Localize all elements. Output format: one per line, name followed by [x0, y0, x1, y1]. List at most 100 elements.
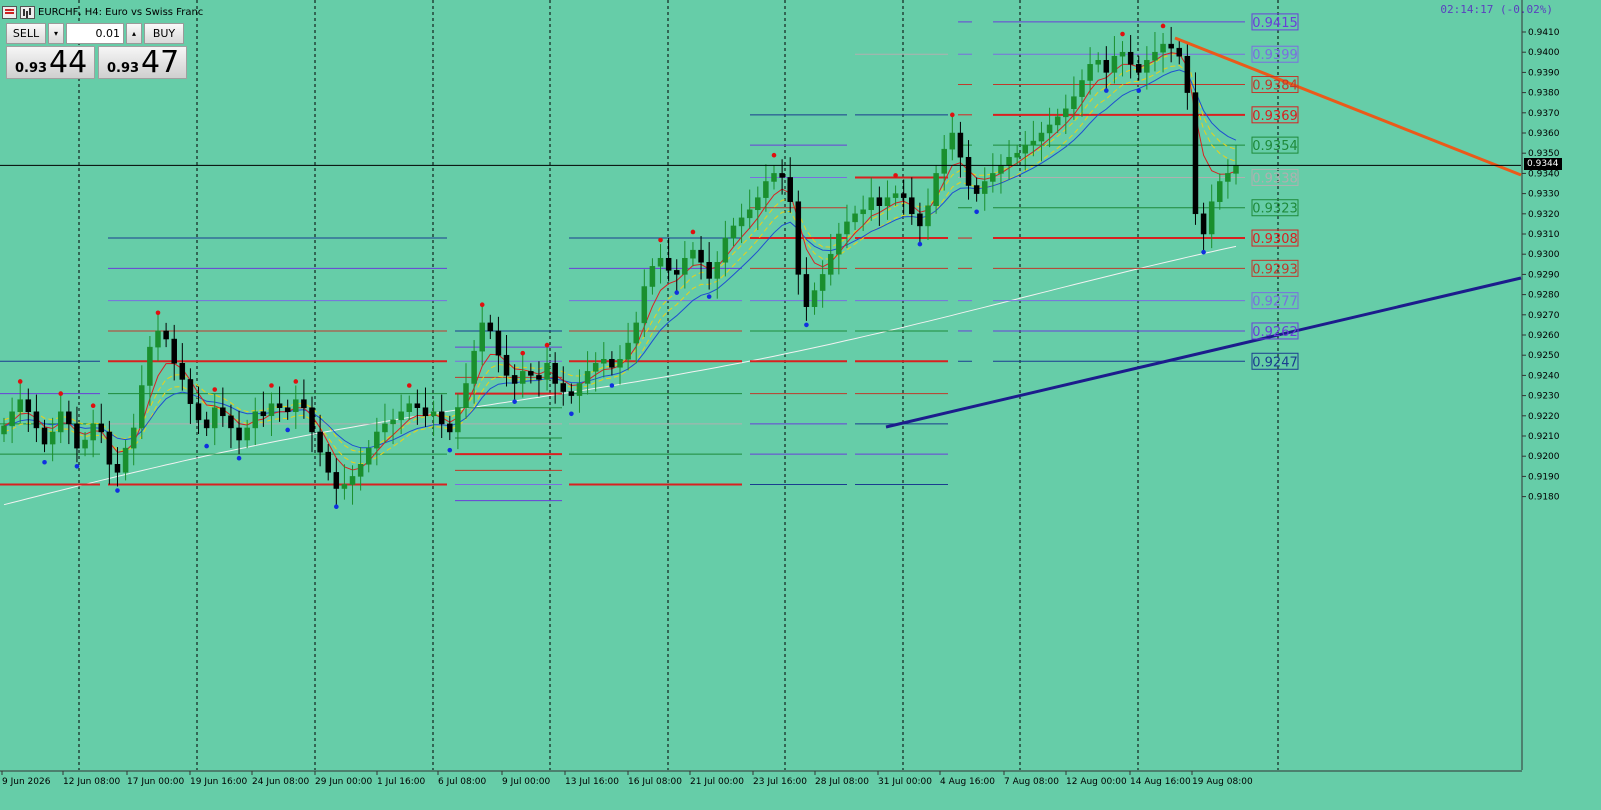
price-tick-label: 0.9320 — [1528, 210, 1560, 220]
time-tick-label: 12 Aug 00:00 — [1066, 777, 1127, 787]
bar-timer: 02:14:17 (-0.02%) — [1440, 3, 1553, 16]
candle-body — [398, 411, 404, 421]
candle-body — [365, 447, 372, 465]
candles — [1, 26, 1239, 506]
candle-body — [41, 427, 48, 445]
lot-decrease-icon[interactable]: ▾ — [48, 23, 64, 44]
level-label: 0.9415 — [1252, 16, 1298, 31]
candle-body — [900, 193, 907, 198]
candle-body — [884, 197, 891, 206]
trendline-resistance — [1174, 36, 1522, 177]
candle-body — [309, 407, 315, 433]
chart-window[interactable]: 0.9415 0.9399 0.9384 0.9369 0.9354 0.9338 0.93… — [0, 0, 1601, 810]
time-tick-label: 29 Jun 00:00 — [315, 777, 372, 787]
level-label: 0.9293 — [1252, 262, 1298, 277]
candle-body — [730, 225, 737, 239]
candle-body — [1127, 51, 1134, 65]
sell-button[interactable]: SELL — [6, 23, 46, 44]
price-tick-label: 0.9210 — [1528, 432, 1560, 442]
price-tick-label: 0.9280 — [1528, 291, 1560, 301]
candle-body — [236, 427, 242, 441]
candle-body — [803, 274, 810, 307]
time-tick-label: 4 Aug 16:00 — [940, 777, 995, 787]
time-tick-label: 19 Jun 16:00 — [190, 777, 247, 787]
candle-body — [325, 451, 331, 473]
candle-body — [203, 419, 210, 429]
candle-body — [341, 484, 348, 489]
time-tick-label: 24 Jun 08:00 — [252, 777, 309, 787]
candle-body — [1208, 201, 1215, 235]
candle-body — [422, 407, 429, 417]
candle-body — [1103, 60, 1110, 73]
candle-body — [917, 213, 923, 227]
level-label: 0.9384 — [1252, 79, 1298, 94]
level-lines — [0, 21, 1245, 502]
candle-body — [455, 407, 461, 433]
candle-body — [1, 425, 7, 435]
candle-body — [195, 403, 202, 421]
level-label: 0.9338 — [1252, 171, 1298, 186]
time-tick-label: 17 Jun 00:00 — [127, 777, 184, 787]
candle-body — [665, 257, 672, 271]
candle-body — [1135, 64, 1142, 73]
lot-size-input[interactable]: 0.01 — [66, 23, 124, 44]
candle-body — [925, 205, 931, 227]
candle-body — [179, 363, 186, 380]
fractal-down — [204, 443, 209, 449]
candle-body — [430, 411, 437, 417]
candle-body — [836, 233, 842, 255]
price-tick-label: 0.9410 — [1528, 28, 1560, 38]
candle-body — [714, 262, 721, 279]
candle-body — [479, 322, 485, 352]
price-axis: 0.9410 0.9400 0.9390 0.9380 0.9370 0.9360 0.93… — [1522, 28, 1560, 503]
buy-price-box[interactable]: 0.93 47 — [98, 45, 187, 80]
candle-body — [981, 181, 988, 194]
candle-body — [98, 423, 105, 433]
candle-body — [220, 407, 226, 417]
menu-icon[interactable] — [2, 5, 17, 19]
fractal-down — [569, 411, 574, 417]
price-tick-label: 0.9250 — [1528, 351, 1560, 361]
candle-body — [1176, 47, 1183, 57]
candle-body — [860, 209, 866, 215]
candle-body — [576, 383, 583, 396]
price-tick-label: 0.9300 — [1528, 250, 1560, 260]
candle-body — [74, 423, 80, 449]
candle-body — [1030, 140, 1037, 146]
fractal-down — [74, 464, 80, 469]
candle-body — [114, 464, 121, 473]
candle-body — [211, 407, 218, 429]
candle-body — [536, 375, 542, 380]
candle-body — [57, 411, 64, 433]
fractal-up — [893, 173, 898, 178]
sell-price-box[interactable]: 0.93 44 — [6, 45, 95, 80]
candle-body — [738, 217, 745, 227]
candle-body — [965, 156, 972, 186]
fractal-down — [609, 383, 615, 388]
buy-button[interactable]: BUY — [144, 23, 184, 44]
lot-increase-icon[interactable]: ▴ — [126, 23, 142, 44]
price-chart[interactable]: 0.9415 0.9399 0.9384 0.9369 0.9354 0.9338 0.93… — [0, 0, 1601, 810]
level-label: 0.9323 — [1252, 202, 1298, 217]
sell-price-small: 0.93 — [15, 61, 48, 76]
fractal-up — [17, 379, 23, 384]
chart-bars-icon[interactable] — [20, 5, 35, 19]
price-tick-label: 0.9260 — [1528, 331, 1560, 341]
candle-body — [763, 181, 769, 198]
candle-body — [601, 358, 607, 364]
candle-body — [414, 403, 421, 408]
fractal-up — [690, 229, 696, 235]
candle-body — [503, 354, 510, 376]
fractal-down — [447, 447, 453, 453]
fractal-up — [212, 387, 218, 392]
candle-body — [617, 358, 623, 368]
fractal-up — [155, 310, 161, 316]
candle-body — [844, 221, 850, 235]
buy-price-small: 0.93 — [107, 61, 140, 76]
candle-body — [284, 407, 291, 413]
fractal-up — [771, 152, 777, 158]
time-tick-label: 19 Aug 08:00 — [1192, 777, 1253, 787]
candle-body — [1046, 124, 1053, 134]
fractal-up — [406, 383, 412, 388]
price-tick-label: 0.9310 — [1528, 230, 1560, 240]
